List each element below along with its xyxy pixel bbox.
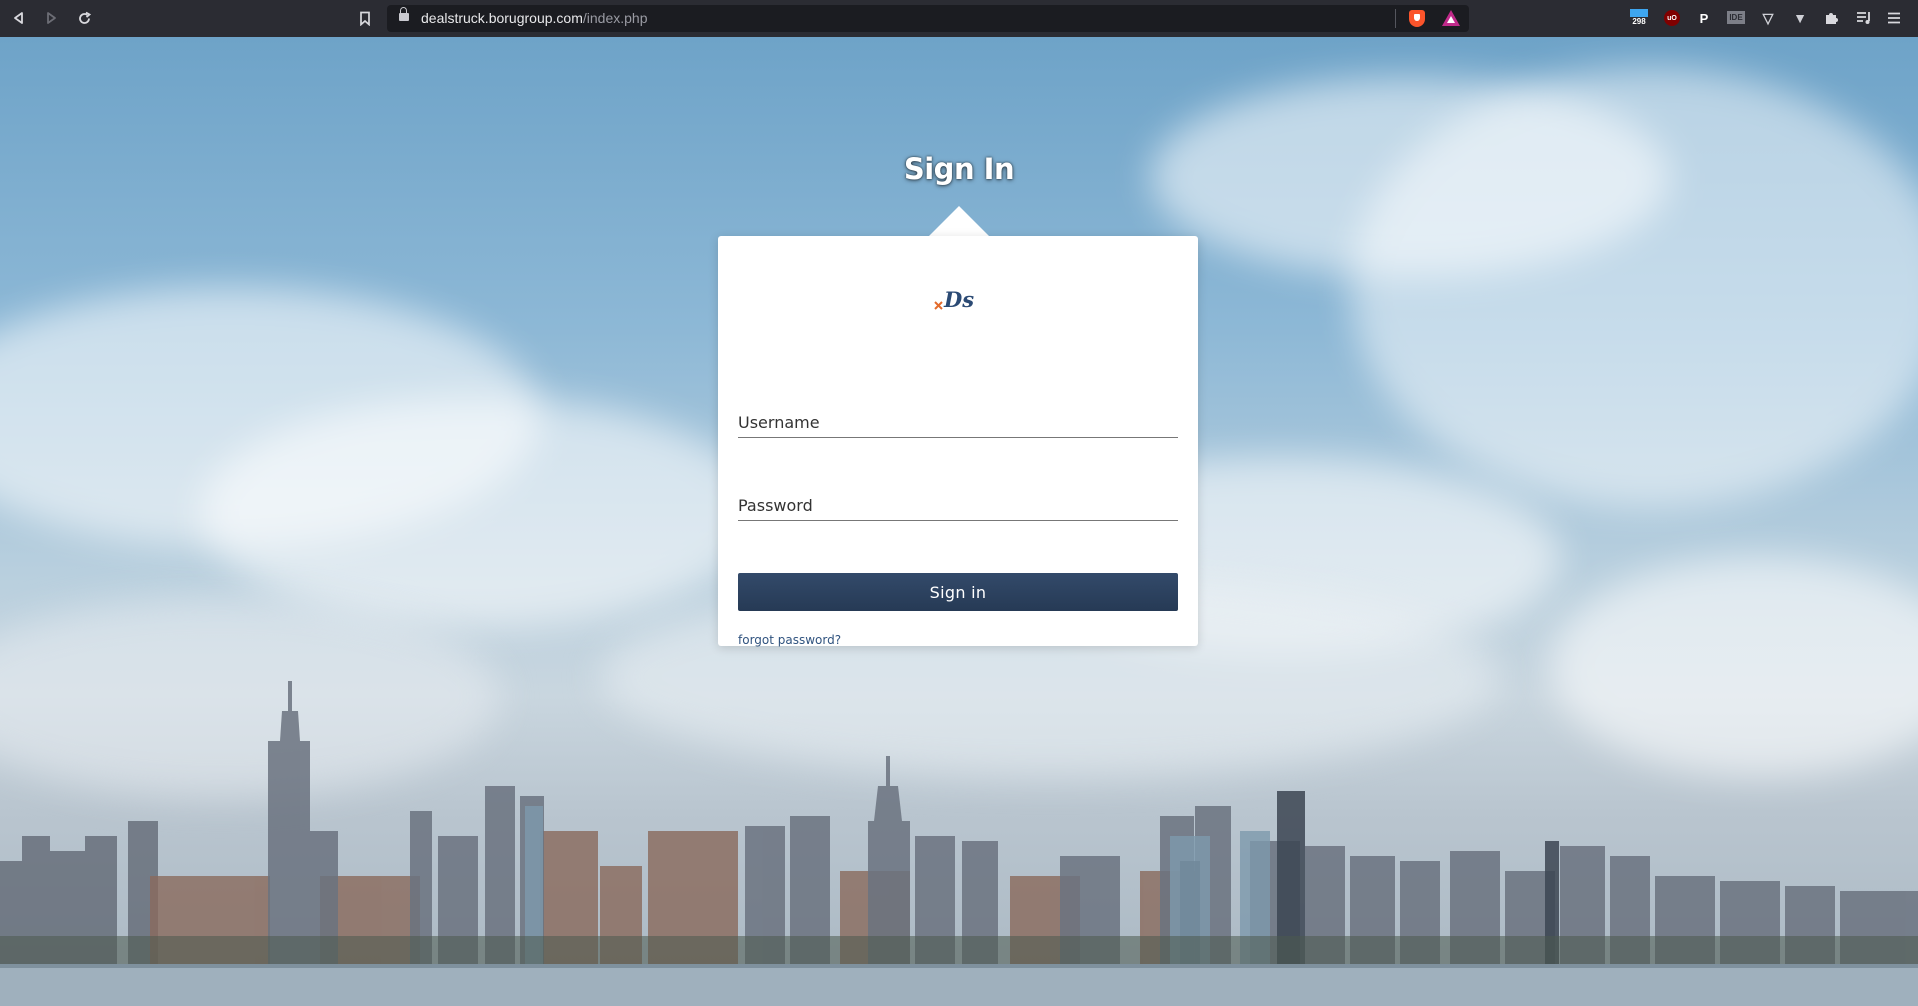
extensions-puzzle-icon[interactable] [1823,8,1841,28]
brave-rewards-icon[interactable] [1442,10,1460,26]
extension-counter-icon[interactable]: 298 [1629,8,1649,28]
counter-bar [1630,9,1648,17]
login-page: Sign In Ds Sign in forgot password? [0,37,1918,1006]
p-extension-label: P [1699,10,1709,26]
address-bar[interactable]: dealstruck.borugroup.com/index.php [387,5,1469,32]
divider [1395,9,1396,28]
ublock-icon[interactable]: uO [1664,10,1680,26]
page-title: Sign In [903,152,1015,186]
menu-icon[interactable] [1885,8,1903,28]
p-extension-icon[interactable]: P [1695,8,1713,28]
ide-extension-label: IDE [1729,13,1743,22]
back-icon[interactable] [8,7,30,29]
password-input[interactable] [738,491,1178,521]
ublock-label: uO [1667,14,1677,22]
company-logo: Ds [934,287,974,312]
logo-text: Ds [943,287,974,312]
vue-devtools-alt-icon[interactable]: ▼ [1791,8,1809,28]
reload-icon[interactable] [73,7,95,29]
username-input[interactable] [738,408,1178,438]
brave-shields-icon[interactable] [1409,10,1425,27]
background-cloud [200,397,760,627]
background-cloud [1350,67,1918,507]
browser-toolbar: dealstruck.borugroup.com/index.php 298 u… [0,0,1918,37]
ide-extension-icon[interactable]: IDE [1727,11,1745,24]
bookmark-icon[interactable] [354,7,376,29]
forgot-password-link[interactable]: forgot password? [738,633,841,647]
forward-icon[interactable] [40,7,62,29]
sign-in-button[interactable]: Sign in [738,573,1178,611]
url-path: /index.php [582,10,648,26]
login-card: Ds Sign in forgot password? [718,236,1198,647]
playlist-icon[interactable] [1855,8,1873,28]
lock-icon[interactable] [399,7,409,21]
city-skyline-image [0,681,1918,1006]
url-text: dealstruck.borugroup.com/index.php [421,10,647,26]
vue-devtools-icon[interactable]: ▽ [1759,8,1777,28]
counter-badge: 298 [1632,17,1646,26]
url-host: dealstruck.borugroup.com [421,10,583,26]
card-pointer [929,206,989,236]
